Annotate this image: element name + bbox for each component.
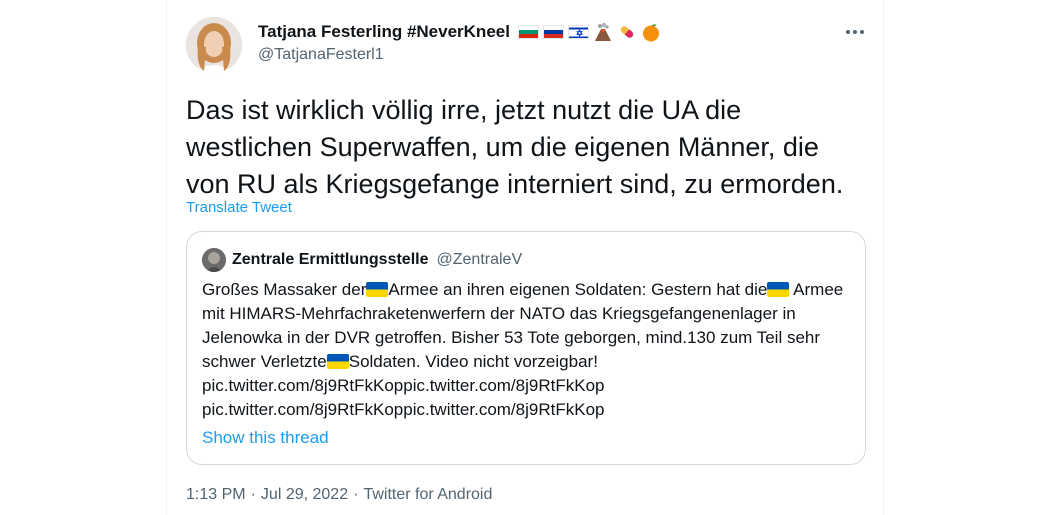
tweet-date[interactable]: Jul 29, 2022 <box>261 486 348 504</box>
tweet-source[interactable]: Twitter for Android <box>363 486 492 504</box>
show-thread-link[interactable]: Show this thread <box>202 428 329 448</box>
israel-flag-icon <box>567 25 589 39</box>
more-options-button[interactable] <box>843 20 867 44</box>
volcano-icon <box>593 22 613 42</box>
avatar[interactable] <box>186 17 242 73</box>
ukraine-flag-icon <box>326 354 349 369</box>
author-name-emojis <box>517 22 661 42</box>
ukraine-flag-icon <box>767 282 790 297</box>
meta-separator: · <box>353 486 359 503</box>
quoted-text-part: Armee an ihren eigenen Soldaten: Gestern… <box>388 280 768 299</box>
quoted-display-name[interactable]: Zentrale Ermittlungsstelle <box>232 251 429 269</box>
avatar-image <box>186 17 242 73</box>
tweet-text: Das ist wirklich völlig irre, jetzt nutz… <box>186 95 844 199</box>
quoted-avatar[interactable] <box>202 248 226 272</box>
quoted-handle[interactable]: @ZentraleV <box>437 251 523 269</box>
author-handle[interactable]: @TatjanaFesterl1 <box>258 46 384 64</box>
author-display-name[interactable]: Tatjana Festerling #NeverKneel <box>258 22 510 42</box>
translate-tweet-link[interactable]: Translate Tweet <box>186 199 292 216</box>
quoted-tweet-text: Großes Massaker der Armee an ihren eigene… <box>202 278 852 422</box>
bulgaria-flag-icon <box>517 25 539 39</box>
more-dots-icon <box>846 30 864 34</box>
quoted-tweet[interactable]: Zentrale Ermittlungsstelle @ZentraleV Gr… <box>186 231 866 465</box>
meta-separator: · <box>250 486 256 503</box>
author-name-row[interactable]: Tatjana Festerling #NeverKneel <box>258 20 661 44</box>
quoted-tweet-header: Zentrale Ermittlungsstelle @ZentraleV <box>202 248 522 272</box>
quoted-avatar-image <box>202 248 226 272</box>
orange-icon <box>641 22 661 42</box>
pill-icon <box>617 22 637 42</box>
russia-flag-icon <box>542 25 564 39</box>
quoted-text-part: Großes Massaker der <box>202 280 367 299</box>
tweet-metadata: 1:13 PM · Jul 29, 2022 · Twitter for And… <box>186 486 492 504</box>
ukraine-flag-icon <box>366 282 389 297</box>
tweet-card: Tatjana Festerling #NeverKneel @TatjanaF… <box>166 0 884 515</box>
tweet-time[interactable]: 1:13 PM <box>186 486 246 504</box>
